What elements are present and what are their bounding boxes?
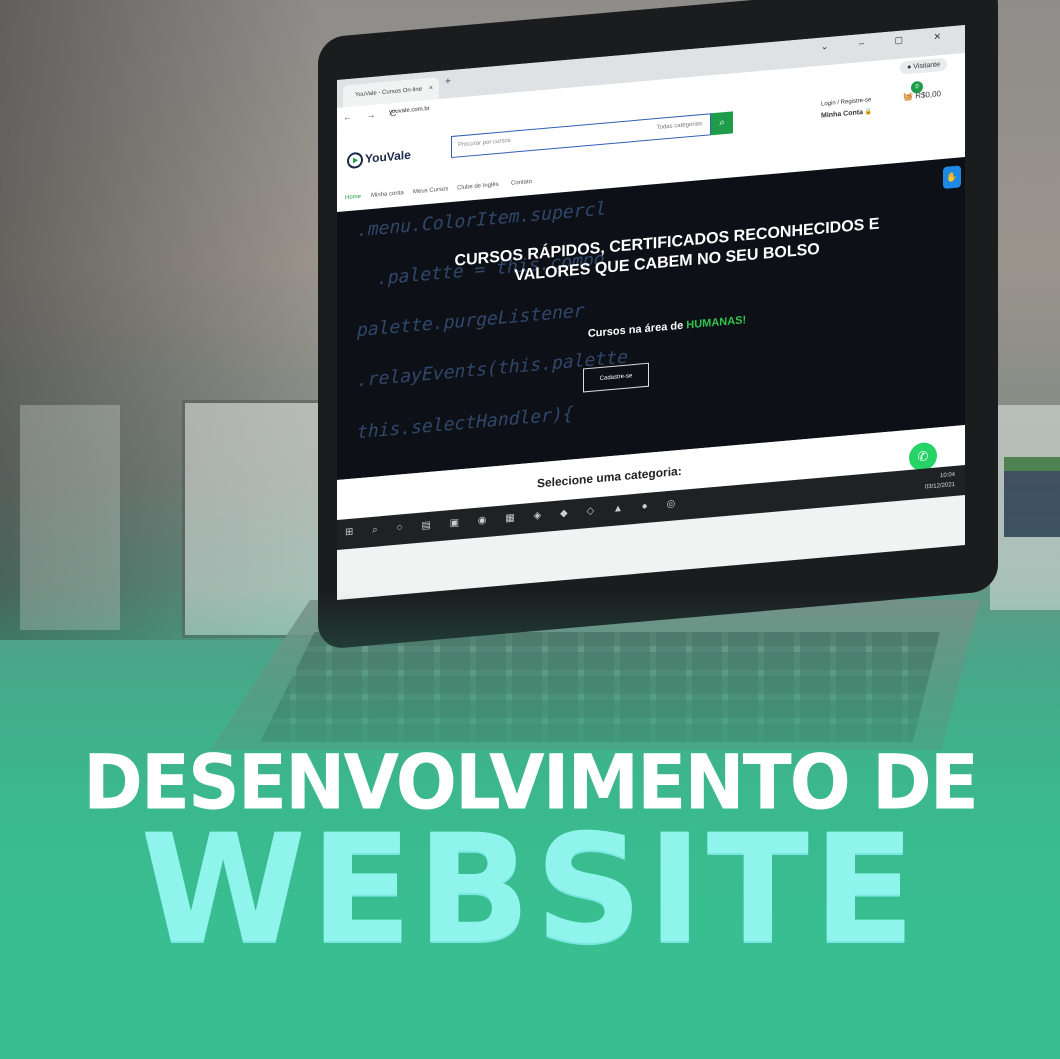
profile-label: Visitante: [913, 61, 940, 71]
signup-button[interactable]: Cadastre-se: [583, 362, 649, 393]
close-icon[interactable]: ×: [429, 78, 433, 100]
background-monitor-right: [990, 405, 1060, 610]
categories-title: Selecione uma categoria:: [537, 463, 682, 491]
logo-text: YouVale: [365, 147, 411, 166]
clock-time: 10:04: [939, 471, 955, 480]
menu-item-minha-conta[interactable]: Minha conta: [371, 190, 404, 199]
accessibility-icon[interactable]: ✋: [943, 165, 961, 189]
profile-button[interactable]: ● Visitante: [900, 57, 947, 75]
new-tab-button[interactable]: +: [445, 76, 451, 88]
account-link[interactable]: Minha Conta: [821, 109, 863, 120]
menu-item-contato[interactable]: Contato: [511, 179, 532, 187]
clock-date: 03/12/2021: [924, 481, 955, 491]
menu-item-home[interactable]: Home: [345, 194, 361, 201]
code-background-line: this.selectHandler){: [357, 403, 574, 444]
headline-line2: WEBSITE: [140, 803, 920, 977]
hero-banner: .menu.ColorItem.supercl .palette = this.…: [337, 157, 965, 480]
hero-subtitle-prefix: Cursos na área de: [587, 319, 684, 341]
tab-title: YouVale - Cursos On-line: [355, 86, 423, 99]
search-icon: ⌕: [719, 117, 725, 129]
login-link[interactable]: Login / Registre-se: [821, 97, 871, 107]
site-logo[interactable]: YouVale: [347, 148, 411, 170]
lock-icon: 🔒: [864, 109, 873, 116]
play-icon: [347, 151, 363, 170]
search-placeholder: Procurar por cursos: [458, 137, 511, 149]
search-button[interactable]: ⌕: [711, 111, 733, 136]
cart-button[interactable]: 🧺 0 R$0,00: [903, 80, 941, 102]
account-links[interactable]: Login / Registre-se Minha Conta 🔒: [821, 95, 872, 122]
menu-item-meus-cursos[interactable]: Meus Cursos: [413, 186, 448, 195]
hero-subtitle-highlight: HUMANAS!: [686, 314, 747, 332]
menu-item-clube-ingles[interactable]: Clube de Inglês: [457, 182, 499, 192]
search-category-select[interactable]: Todas categorias: [657, 121, 702, 131]
taskbar-clock: 10:04 03/12/2021: [925, 470, 955, 493]
search-input[interactable]: Procurar por cursos Todas categorias: [451, 113, 711, 159]
laptop-screen: YouVale - Cursos On-line × + ⌄ – ▢ ✕ ← →…: [337, 25, 965, 600]
basket-icon: 🧺: [903, 91, 913, 102]
